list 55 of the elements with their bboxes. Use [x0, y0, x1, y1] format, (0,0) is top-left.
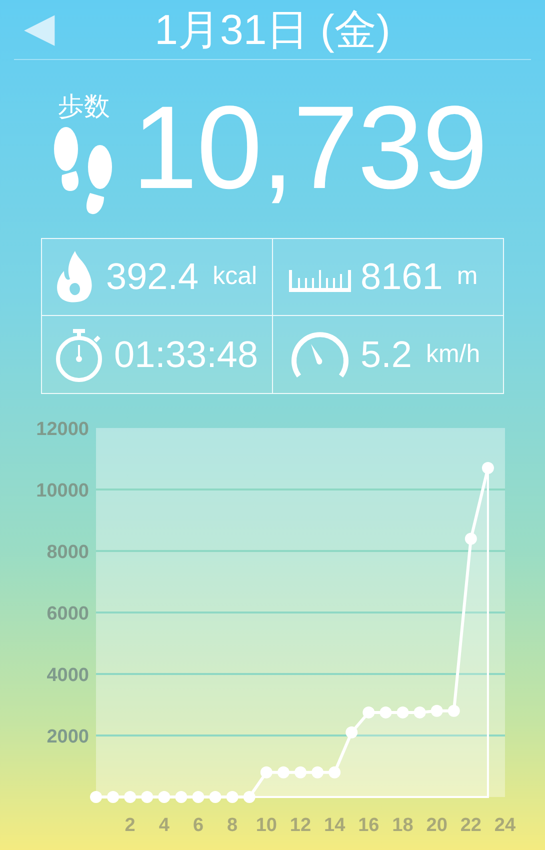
stopwatch-icon	[54, 326, 104, 382]
data-point	[362, 706, 375, 718]
stat-unit: km/h	[426, 338, 480, 370]
data-point	[226, 791, 238, 803]
x-tick-label: 8	[227, 815, 238, 836]
y-tick-label: 2000	[46, 726, 89, 748]
y-tick-label: 4000	[46, 665, 89, 686]
data-point	[192, 791, 204, 803]
x-tick-label: 16	[358, 815, 380, 836]
stat-unit: kcal	[212, 261, 258, 292]
data-point	[175, 791, 188, 803]
y-tick-label: 10000	[36, 480, 89, 502]
x-tick-label: 20	[426, 815, 448, 836]
stat-unit: m	[456, 261, 478, 292]
back-button[interactable]: ◀	[24, 8, 55, 48]
x-tick-label: 18	[392, 815, 414, 836]
date-title: 1月31日 (金)	[154, 5, 390, 55]
data-point	[328, 766, 341, 778]
x-tick-label: 4	[158, 815, 170, 836]
x-tick-label: 10	[256, 815, 277, 836]
data-point	[90, 791, 102, 803]
data-point	[464, 532, 477, 545]
data-point	[107, 791, 120, 803]
data-point	[277, 766, 290, 778]
data-point	[312, 766, 324, 778]
stat-value: 8161	[360, 255, 443, 300]
steps-label: 歩数	[58, 90, 110, 120]
stat-value: 5.2	[360, 332, 412, 377]
data-point	[158, 791, 170, 803]
speedometer-icon	[288, 330, 350, 380]
data-point	[141, 791, 154, 803]
x-tick-label: 12	[290, 815, 312, 836]
stat-value: 01:33:48	[114, 332, 258, 377]
stat-value: 392.4	[106, 255, 199, 300]
x-tick-label: 24	[494, 815, 516, 836]
data-point	[260, 766, 272, 778]
data-point	[380, 706, 392, 718]
y-tick-label: 8000	[46, 542, 89, 563]
y-tick-label: 6000	[46, 604, 89, 624]
data-point	[396, 706, 409, 718]
data-point	[243, 791, 256, 803]
data-point	[430, 704, 443, 717]
x-tick-label: 14	[324, 815, 346, 836]
data-point	[346, 726, 358, 738]
data-point	[124, 791, 136, 803]
data-point	[448, 704, 460, 717]
x-tick-label: 2	[124, 815, 136, 836]
y-tick-label: 12000	[36, 419, 89, 440]
x-tick-label: 22	[460, 815, 482, 836]
data-point	[414, 706, 426, 718]
step-count: 10,739	[132, 88, 487, 206]
data-point	[209, 791, 222, 803]
data-point	[294, 766, 306, 778]
x-tick-label: 6	[192, 815, 204, 836]
data-point	[482, 462, 494, 474]
